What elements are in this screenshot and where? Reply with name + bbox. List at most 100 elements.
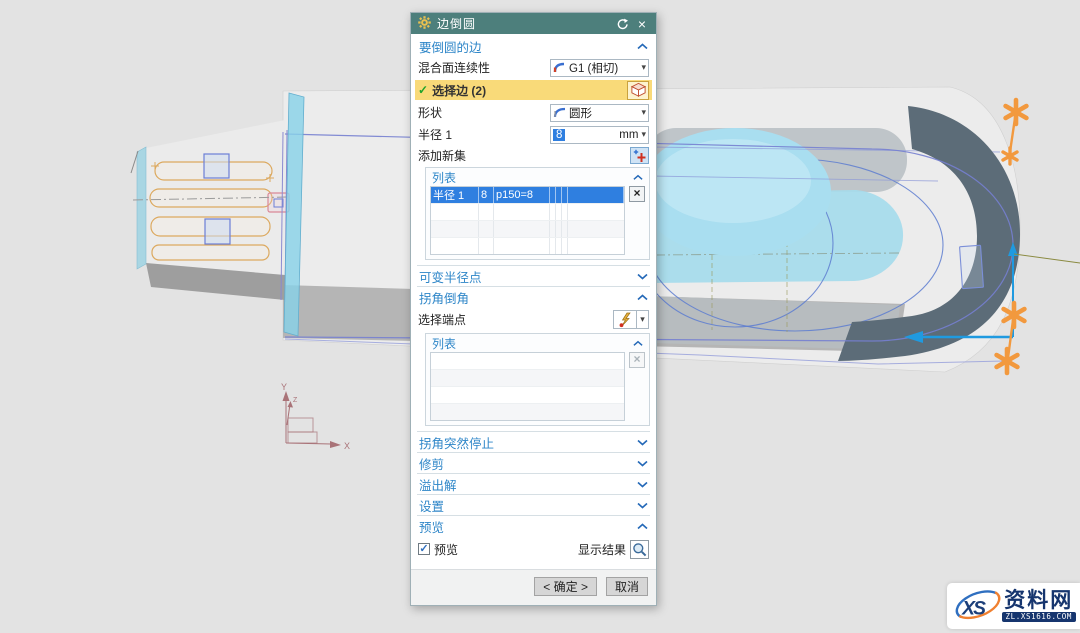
axis-label-z: Z bbox=[293, 397, 298, 404]
radius-label: 半径 1 bbox=[418, 126, 452, 143]
preview-row: ✓ 预览 显示结果 bbox=[417, 536, 650, 566]
axis-label-x: X bbox=[344, 441, 350, 451]
chevron-up-icon[interactable] bbox=[633, 340, 643, 347]
chevron-up-icon[interactable] bbox=[637, 43, 648, 50]
point-picker-icon bbox=[617, 312, 633, 328]
dialog-title: 边倒圆 bbox=[437, 15, 609, 32]
edge-blend-dialog: 边倒圆 × 要倒圆的边 混合面连续性 G1 (相 bbox=[410, 12, 657, 606]
table-row[interactable] bbox=[431, 353, 624, 369]
section-header-corner-stop[interactable]: 拐角突然停止 bbox=[417, 432, 650, 452]
table-row[interactable] bbox=[431, 369, 624, 386]
table-row[interactable] bbox=[431, 220, 624, 237]
list-header[interactable]: 列表 bbox=[430, 169, 645, 186]
point-picker-dropdown[interactable]: ▾ bbox=[637, 310, 649, 329]
table-row[interactable] bbox=[431, 403, 624, 420]
table-row[interactable] bbox=[431, 203, 624, 220]
body-cube-button[interactable] bbox=[627, 81, 649, 100]
table-row[interactable] bbox=[431, 237, 624, 254]
section-settings: 设置 bbox=[417, 494, 650, 515]
gear-icon bbox=[418, 16, 431, 32]
shape-dropdown[interactable]: 圆形 ▾ bbox=[550, 104, 649, 122]
preview-pad-highlight bbox=[655, 139, 811, 223]
table-row[interactable] bbox=[431, 386, 624, 403]
select-edge-row[interactable]: ✓ 选择边 (2) bbox=[415, 80, 652, 100]
show-result-label: 显示结果 bbox=[578, 541, 626, 558]
preview-checkbox-label: 预览 bbox=[434, 541, 458, 558]
preview-checkbox[interactable]: ✓ bbox=[418, 543, 430, 555]
section-header-variable-radius[interactable]: 可变半径点 bbox=[417, 266, 650, 286]
select-endpoint-row: 选择端点 ▾ bbox=[417, 309, 650, 330]
continuity-label: 混合面连续性 bbox=[418, 59, 490, 76]
magnifier-icon bbox=[632, 542, 647, 557]
endpoint-list-group: 列表 × bbox=[425, 333, 650, 426]
shape-label: 形状 bbox=[418, 104, 442, 121]
check-icon: ✓ bbox=[418, 83, 428, 97]
continuity-row: 混合面连续性 G1 (相切) ▾ bbox=[417, 58, 650, 77]
chevron-down-icon[interactable] bbox=[637, 502, 648, 509]
chevron-down-icon[interactable] bbox=[637, 481, 648, 488]
section-header-overflow[interactable]: 溢出解 bbox=[417, 474, 650, 494]
watermark-logo-icon: XS bbox=[952, 585, 1002, 627]
section-overflow: 溢出解 bbox=[417, 473, 650, 494]
remove-endpoint-button[interactable]: × bbox=[629, 352, 645, 368]
preview-checkbox-wrap[interactable]: ✓ 预览 bbox=[418, 541, 458, 558]
chevron-down-icon[interactable] bbox=[637, 439, 648, 446]
chevron-down-icon[interactable] bbox=[637, 273, 648, 280]
radius-row: 半径 1 8 mm ▾ bbox=[417, 125, 650, 144]
dialog-footer: < 确定 > 取消 bbox=[411, 569, 656, 605]
axis-label-y: Y bbox=[281, 382, 287, 392]
add-new-set-row: 添加新集 bbox=[417, 147, 650, 164]
radius-list-group: 列表 半径 1 8 p150=8 bbox=[425, 167, 650, 260]
chevron-down-icon: ▾ bbox=[641, 108, 646, 117]
section-header-corner-chamfer[interactable]: 拐角倒角 bbox=[417, 287, 650, 307]
radius-list-table[interactable]: 半径 1 8 p150=8 bbox=[430, 186, 625, 255]
section-header-settings[interactable]: 设置 bbox=[417, 495, 650, 515]
section-corner-chamfer: 拐角倒角 选择端点 ▾ bbox=[417, 286, 650, 426]
chevron-down-icon[interactable] bbox=[637, 460, 648, 467]
fillet-shape-icon bbox=[553, 106, 566, 119]
chevron-up-icon[interactable] bbox=[633, 174, 643, 181]
add-set-icon bbox=[633, 149, 647, 163]
remove-set-button[interactable]: × bbox=[629, 186, 645, 202]
watermark-logo-text: XS bbox=[961, 598, 986, 619]
chevron-up-icon[interactable] bbox=[637, 294, 648, 301]
chevron-up-icon[interactable] bbox=[637, 523, 648, 530]
add-new-set-label: 添加新集 bbox=[418, 147, 466, 164]
ok-button[interactable]: < 确定 > bbox=[534, 577, 597, 596]
section-header-preview[interactable]: 预览 bbox=[417, 516, 650, 536]
radius-value: 8 bbox=[553, 129, 565, 141]
chevron-down-icon: ▾ bbox=[640, 315, 645, 324]
cube-icon bbox=[630, 82, 647, 98]
list-header[interactable]: 列表 bbox=[430, 335, 645, 352]
continuity-dropdown[interactable]: G1 (相切) ▾ bbox=[550, 59, 649, 77]
section-edges-to-blend: 要倒圆的边 混合面连续性 G1 (相切) ▾ ✓ 选择边 (2) bbox=[417, 36, 650, 260]
radius-unit: mm bbox=[619, 129, 638, 141]
axis-extension-line bbox=[1014, 254, 1080, 263]
select-endpoint-label: 选择端点 bbox=[418, 311, 466, 328]
cancel-button[interactable]: 取消 bbox=[606, 577, 648, 596]
section-trim: 修剪 bbox=[417, 452, 650, 473]
chevron-down-icon: ▾ bbox=[641, 130, 646, 139]
section-preview: 预览 ✓ 预览 显示结果 bbox=[417, 515, 650, 566]
watermark-site-url: ZL.XS1616.COM bbox=[1002, 612, 1077, 623]
chevron-down-icon: ▾ bbox=[641, 63, 646, 72]
sketch-rectangle[interactable] bbox=[960, 245, 984, 288]
point-picker-button[interactable] bbox=[613, 310, 637, 329]
section-corner-stop: 拐角突然停止 bbox=[417, 431, 650, 452]
add-new-set-button[interactable] bbox=[630, 147, 649, 164]
radius-input[interactable]: 8 mm ▾ bbox=[550, 126, 649, 144]
reset-icon[interactable] bbox=[615, 17, 629, 31]
endpoint-list-table[interactable] bbox=[430, 352, 625, 421]
select-edge-label: 选择边 (2) bbox=[432, 82, 486, 99]
watermark: XS 资料网 ZL.XS1616.COM bbox=[947, 583, 1080, 629]
snap-asterisk-1 bbox=[1006, 100, 1027, 124]
close-icon[interactable]: × bbox=[635, 17, 649, 31]
show-result-button[interactable] bbox=[630, 540, 649, 559]
datum-csys[interactable]: Y X Z bbox=[281, 382, 350, 451]
leftbox-left-face[interactable] bbox=[137, 147, 146, 269]
table-row-selected[interactable]: 半径 1 8 p150=8 bbox=[431, 187, 624, 203]
section-header-trim[interactable]: 修剪 bbox=[417, 453, 650, 473]
section-header-edges[interactable]: 要倒圆的边 bbox=[417, 36, 650, 56]
dialog-titlebar[interactable]: 边倒圆 × bbox=[411, 13, 656, 34]
watermark-site-name: 资料网 bbox=[1004, 590, 1073, 611]
